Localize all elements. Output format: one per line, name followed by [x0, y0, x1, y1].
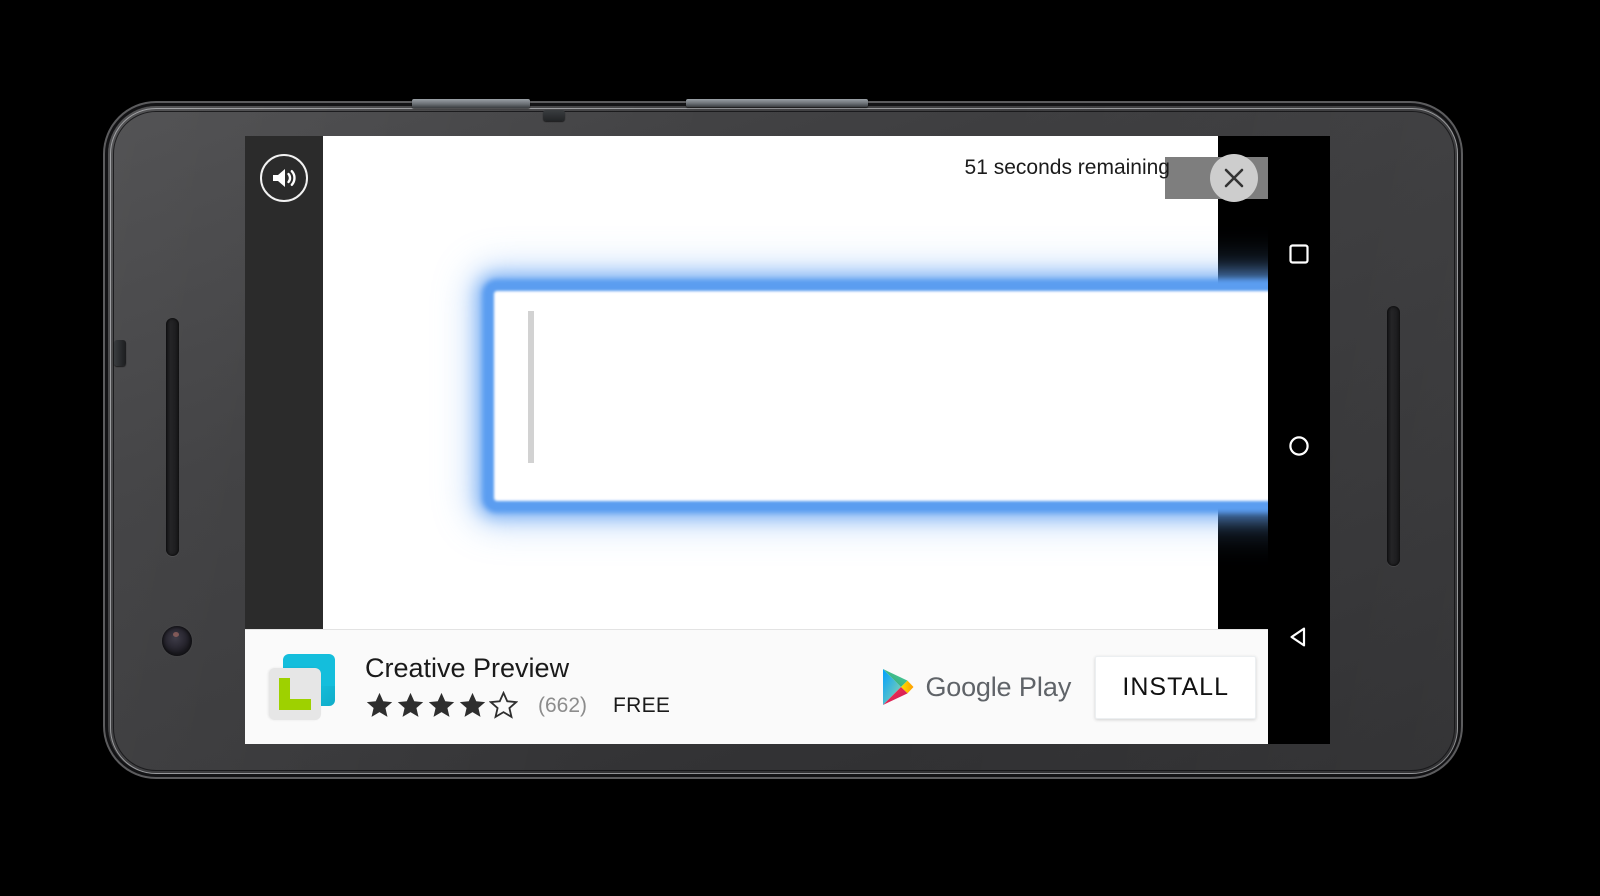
side-edge-button[interactable]: [114, 340, 126, 366]
app-icon-l-horizontal: [279, 699, 311, 710]
front-camera-lens: [162, 626, 192, 656]
rating-count: (662): [538, 693, 588, 717]
star-empty-icon: [489, 691, 520, 720]
phone-screen: 51 seconds remaining Creative Preview (6…: [245, 136, 1330, 744]
video-letterbox-left: [245, 136, 323, 629]
app-icon: [267, 652, 337, 722]
close-ad-button[interactable]: [1210, 154, 1258, 202]
close-icon: [1222, 166, 1246, 190]
app-install-banner[interactable]: Creative Preview (662) FREE Google Play …: [245, 629, 1268, 744]
app-info-block: Creative Preview (662) FREE: [365, 652, 670, 721]
power-button[interactable]: [412, 99, 530, 108]
video-ad-stage: 51 seconds remaining: [245, 136, 1330, 629]
volume-button[interactable]: [686, 99, 868, 107]
circle-icon: [1287, 434, 1311, 458]
install-button[interactable]: INSTALL: [1095, 655, 1256, 719]
text-cursor-graphic: [528, 311, 534, 463]
nav-home-button[interactable]: [1268, 423, 1330, 469]
star-filled-icon: [458, 691, 489, 720]
star-filled-icon: [396, 691, 427, 720]
app-title: Creative Preview: [365, 652, 570, 683]
volume-on-icon: [271, 167, 297, 189]
glowing-input-field-graphic: [485, 282, 1313, 510]
google-word: Google: [925, 671, 1012, 702]
speaker-grille-right: [1387, 306, 1400, 566]
speaker-grille-left: [166, 318, 179, 556]
google-play-branding: Google Play: [881, 668, 1072, 706]
top-edge-port: [543, 110, 565, 121]
video-content-canvas: [323, 136, 1313, 629]
android-navigation-bar: [1268, 136, 1330, 744]
google-play-wordmark: Google Play: [926, 672, 1072, 703]
nav-back-button[interactable]: [1268, 614, 1330, 660]
square-icon: [1287, 242, 1311, 266]
nav-recents-button[interactable]: [1268, 231, 1330, 277]
play-word: Play: [1018, 671, 1072, 702]
app-rating-row: (662) FREE: [365, 691, 670, 720]
google-play-triangle-icon: [881, 668, 926, 706]
store-and-action-block: Google Play INSTALL: [881, 655, 1269, 719]
star-rating: [365, 691, 520, 720]
star-filled-icon: [365, 691, 396, 720]
countdown-text: 51 seconds remaining: [964, 156, 1170, 179]
app-icon-l-glyph: [279, 678, 311, 710]
phone-device-frame: 51 seconds remaining Creative Preview (6…: [108, 99, 1458, 774]
sound-toggle-button[interactable]: [260, 154, 308, 202]
star-filled-icon: [427, 691, 458, 720]
triangle-back-icon: [1287, 625, 1311, 649]
price-label: FREE: [613, 693, 671, 717]
screenshot-stage: 51 seconds remaining Creative Preview (6…: [0, 0, 1600, 896]
